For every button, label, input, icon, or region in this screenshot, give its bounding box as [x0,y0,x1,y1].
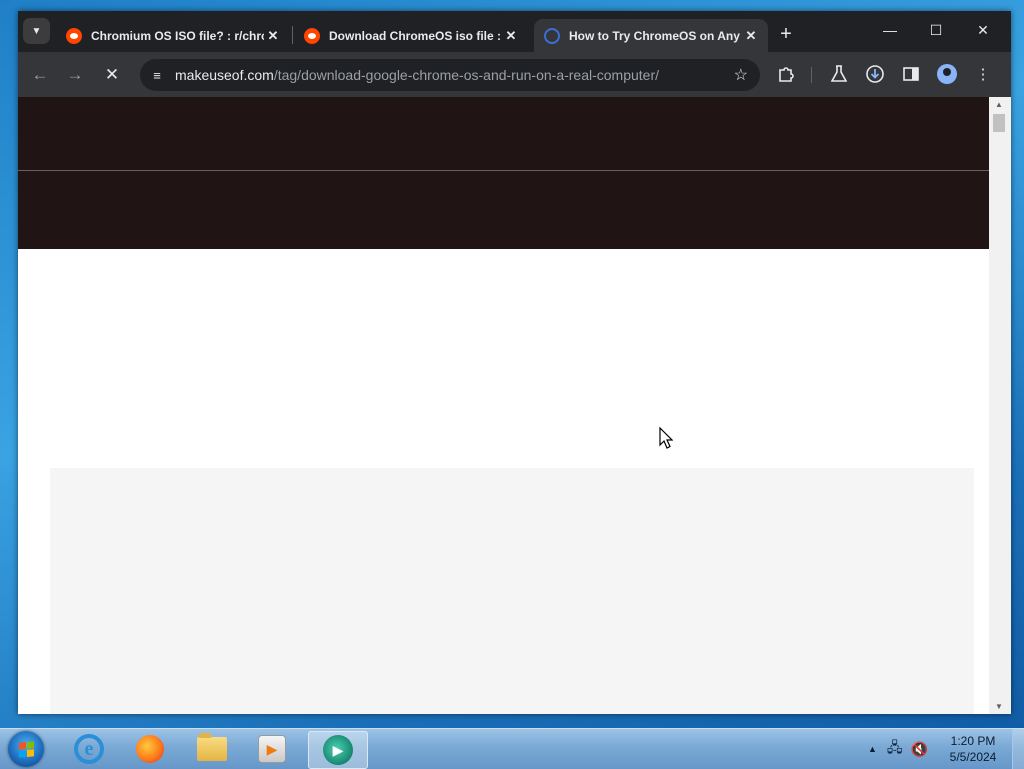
tab-close-icon[interactable]: ✕ [502,27,520,45]
back-button[interactable]: ← [26,61,54,89]
system-tray: ▲ 🖧 🔇 [868,729,928,769]
reddit-icon [66,27,82,44]
scroll-up-icon[interactable]: ▲ [995,100,1003,109]
url-path: /tag/download-google-chrome-os-and-run-o… [273,67,660,83]
taskbar-active-app[interactable]: ▶ [308,731,368,769]
maximize-button[interactable]: ☐ [916,17,956,43]
close-window-button[interactable]: ✕ [963,17,1003,43]
forward-button[interactable]: → [61,61,89,89]
tab-close-icon[interactable]: ✕ [742,27,760,45]
page-scrollbar[interactable]: ▲ ▼ [989,97,1011,714]
app-globe-icon: ▶ [323,735,353,765]
tab-try-chromeos[interactable]: How to Try ChromeOS on Any ✕ [534,19,768,52]
firefox-icon [136,735,164,763]
start-button[interactable] [8,731,44,767]
address-bar[interactable]: ≡ makeuseof.com/tag/download-google-chro… [140,59,760,91]
bookmark-star-icon[interactable]: ☆ [734,65,748,85]
tab-strip: ▼ Chromium OS ISO file? : r/chro ✕ Downl… [18,11,1011,52]
tab-separator [292,26,293,44]
clock-date: 5/5/2024 [949,750,997,764]
show-desktop-button[interactable] [1012,729,1024,769]
side-panel-icon[interactable] [898,61,924,87]
minimize-button[interactable]: — [870,17,910,43]
taskbar-media-player[interactable]: ▶ [245,731,299,767]
scroll-down-icon[interactable]: ▼ [995,702,1003,711]
makeuseof-icon [544,27,560,44]
browser-window: ▼ Chromium OS ISO file? : r/chro ✕ Downl… [18,11,1011,714]
tab-title: Download ChromeOS iso file : [329,28,502,43]
site-header-top [18,97,989,170]
extensions-puzzle-icon[interactable] [773,61,799,87]
folder-icon [197,733,227,761]
tab-title: Chromium OS ISO file? : r/chro [91,28,264,43]
site-info-icon[interactable]: ≡ [148,66,166,84]
taskbar-file-explorer[interactable] [185,731,239,767]
menu-kebab-icon[interactable]: ⋮ [970,61,996,87]
toolbar-separator [811,67,812,83]
tab-close-icon[interactable]: ✕ [264,27,282,45]
tab-search-button[interactable]: ▼ [23,18,50,44]
download-icon[interactable] [862,61,888,87]
windows-logo-icon [18,740,34,758]
stop-loading-button[interactable]: ✕ [98,61,126,89]
taskbar: e ▶ ▶ ▲ 🖧 🔇 1:20 PM 5/5/2024 [0,728,1024,769]
url-host: makeuseof.com [175,67,274,83]
tab-download-chromeos[interactable]: Download ChromeOS iso file : ✕ [294,19,528,52]
clock[interactable]: 1:20 PM 5/5/2024 [938,733,1008,765]
site-header-nav [18,171,989,249]
taskbar-firefox[interactable] [123,731,177,767]
network-icon[interactable]: 🖧 [887,737,903,761]
internet-explorer-icon: e [74,734,104,764]
tab-chromium-iso[interactable]: Chromium OS ISO file? : r/chro ✕ [56,19,290,52]
content-placeholder [50,468,974,714]
volume-muted-icon[interactable]: 🔇 [911,741,928,758]
page-viewport [18,97,989,714]
show-hidden-icons-icon[interactable]: ▲ [868,744,877,754]
clock-time: 1:20 PM [950,734,996,748]
new-tab-button[interactable]: + [775,23,797,45]
media-player-icon: ▶ [258,735,286,763]
scroll-thumb[interactable] [993,114,1005,132]
taskbar-internet-explorer[interactable]: e [62,731,116,767]
profile-avatar-icon[interactable] [934,61,960,87]
url-text[interactable]: makeuseof.com/tag/download-google-chrome… [175,67,659,83]
reddit-icon [304,27,320,44]
labs-flask-icon[interactable] [826,61,852,87]
browser-toolbar: ← → ✕ ≡ makeuseof.com/tag/download-googl… [18,52,1011,97]
tab-title: How to Try ChromeOS on Any [569,28,740,43]
